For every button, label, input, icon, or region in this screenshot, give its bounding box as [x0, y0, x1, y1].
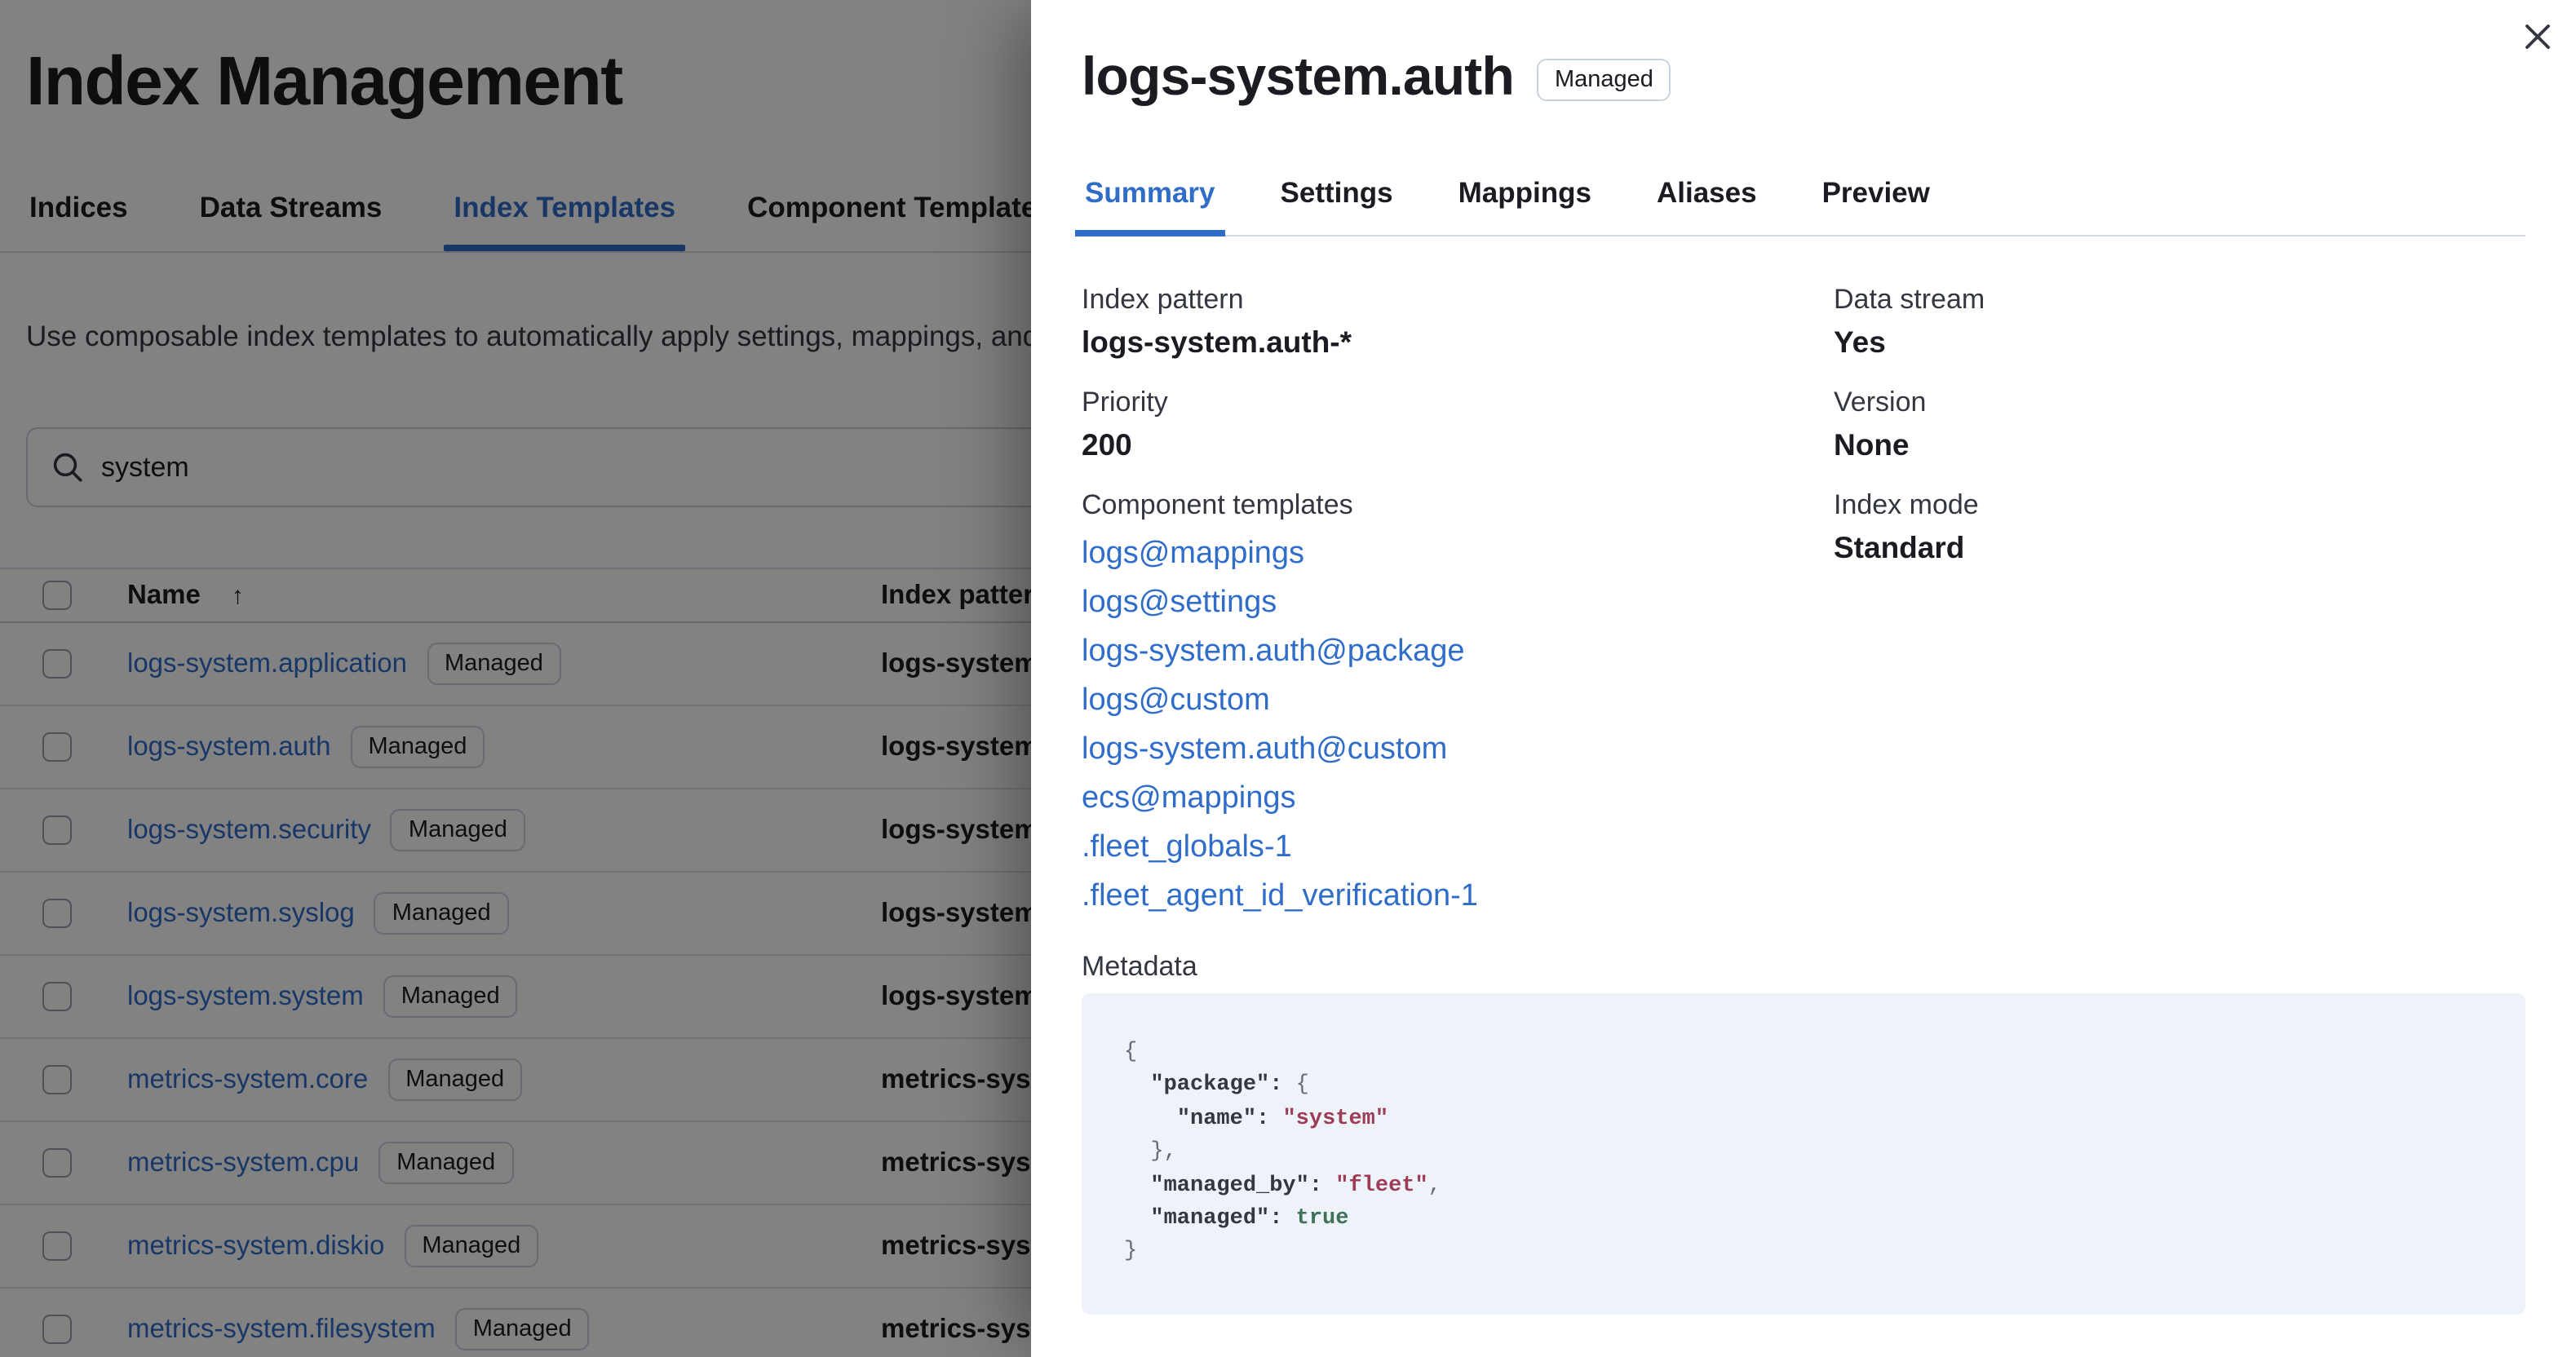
flyout-tab-aliases[interactable]: Aliases [1653, 176, 1760, 235]
flyout-tab-preview[interactable]: Preview [1819, 176, 1933, 235]
flyout-tab-summary[interactable]: Summary [1075, 176, 1225, 236]
template-details-flyout: logs-system.auth Managed Summary Settings… [1031, 0, 2576, 1357]
component-template-link[interactable]: ecs@mappings [1082, 775, 1834, 824]
screen: Index Management Indices Data Streams Inde… [0, 0, 2576, 1357]
component-template-link[interactable]: logs-system.auth@package [1082, 628, 1834, 677]
flyout-header: logs-system.auth Managed [1082, 42, 2525, 111]
component-template-link[interactable]: .fleet_agent_id_verification-1 [1082, 873, 1834, 922]
close-icon[interactable] [2514, 13, 2560, 59]
field-component-templates: Component templates logs@mappings logs@se… [1082, 489, 1834, 922]
component-template-link[interactable]: logs-system.auth@custom [1082, 726, 1834, 775]
flyout-tab-settings[interactable]: Settings [1277, 176, 1396, 235]
flyout-tab-mappings[interactable]: Mappings [1455, 176, 1595, 235]
managed-badge: Managed [1537, 59, 1671, 101]
flyout-title: logs-system.auth [1082, 46, 1515, 106]
component-template-link[interactable]: logs@mappings [1082, 530, 1834, 579]
field-index-mode: Index mode Standard [1834, 489, 1979, 564]
flyout-tabs: Summary Settings Mappings Aliases Preview [1075, 176, 2525, 236]
component-template-link[interactable]: .fleet_globals-1 [1082, 824, 1834, 873]
component-template-link[interactable]: logs@settings [1082, 579, 1834, 628]
field-priority: Priority 200 [1082, 387, 1168, 462]
summary-panel: Index pattern logs-system.auth-* Data st… [1082, 284, 2525, 922]
field-index-pattern: Index pattern logs-system.auth-* [1082, 284, 1352, 359]
metadata-section: Metadata { "package": { "name": "system"… [1082, 951, 2525, 1315]
component-template-links: logs@mappings logs@settings logs-system.au… [1082, 530, 1834, 922]
component-template-link[interactable]: logs@custom [1082, 677, 1834, 726]
field-version: Version None [1834, 387, 1927, 462]
field-data-stream: Data stream Yes [1834, 284, 1985, 359]
metadata-json: { "package": { "name": "system" }, "mana… [1124, 1041, 1441, 1265]
metadata-code-block: { "package": { "name": "system" }, "mana… [1082, 993, 2525, 1315]
